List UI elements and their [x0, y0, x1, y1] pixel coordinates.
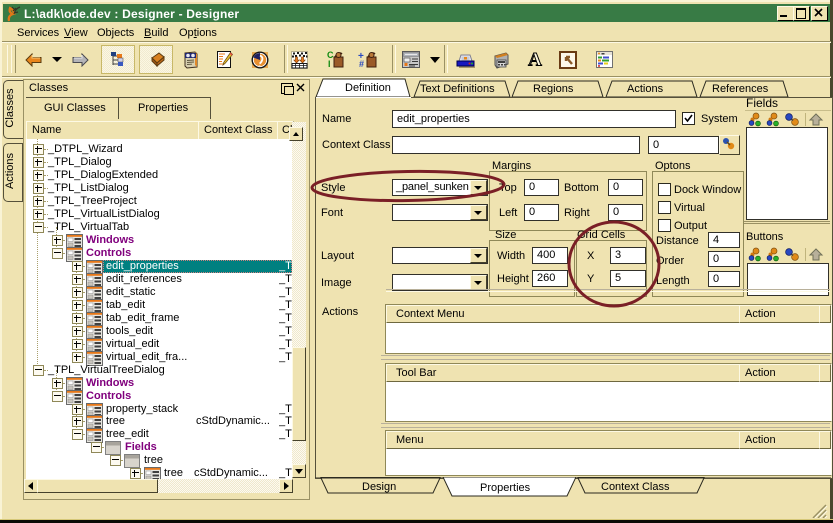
svg-text:I: I: [328, 59, 331, 69]
svg-text:A: A: [528, 50, 542, 70]
svg-text:#: #: [359, 59, 364, 69]
